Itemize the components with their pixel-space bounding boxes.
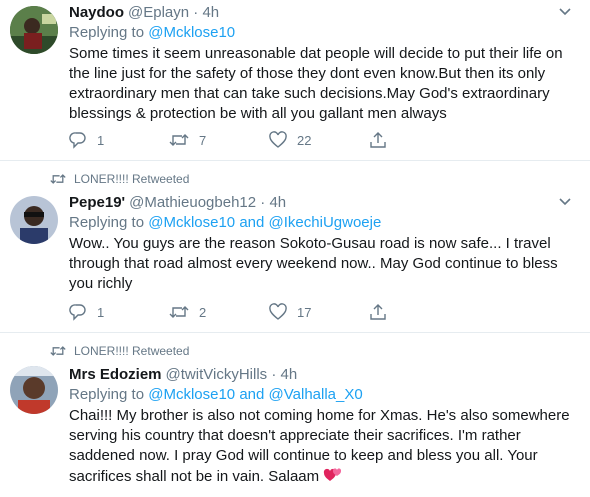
share-button[interactable] <box>369 130 469 150</box>
reply-button[interactable]: 1 <box>69 302 169 322</box>
reply-icon <box>69 304 86 321</box>
chevron-down-icon[interactable] <box>558 4 572 22</box>
chevron-down-icon[interactable] <box>558 194 572 212</box>
retweet-context: LONER!!!! Retweeted <box>50 344 189 358</box>
timestamp[interactable]: 4h <box>281 366 298 383</box>
tweet-actions: 1 7 22 <box>69 130 469 150</box>
tweet-text: Chai!!! My brother is also not coming ho… <box>69 406 576 490</box>
mention-link[interactable]: @Valhalla_X0 <box>269 386 363 403</box>
retweet-icon <box>169 134 189 146</box>
tweet-actions: 1 2 17 <box>69 302 469 322</box>
tweet[interactable]: LONER!!!! Retweeted Pepe19' @Mathieuogbeh… <box>0 161 590 333</box>
tweet-text: Some times it seem unreasonable dat peop… <box>69 45 563 122</box>
separator-dot: · <box>271 366 277 383</box>
retweet-icon <box>169 306 189 318</box>
heart-icon <box>269 303 287 320</box>
like-button[interactable]: 17 <box>269 302 369 322</box>
mention-link[interactable]: @Mcklose10 <box>148 214 235 231</box>
retweet-icon <box>50 174 66 184</box>
share-icon <box>370 132 386 148</box>
timestamp[interactable]: 4h <box>269 194 286 211</box>
tweet-header: Naydoo @Eplayn · 4h <box>69 4 580 21</box>
like-button[interactable]: 22 <box>269 130 369 150</box>
avatar[interactable] <box>10 366 58 414</box>
display-name[interactable]: Mrs Edoziem <box>69 366 162 383</box>
tweet-header: Mrs Edoziem @twitVickyHills · 4h <box>69 366 580 383</box>
share-icon <box>370 304 386 320</box>
retweet-count: 7 <box>199 132 207 148</box>
mention-link[interactable]: @Mcklose10 <box>148 24 235 41</box>
heart-icon <box>269 131 287 148</box>
replying-to: Replying to @Mcklose10 and @IkechiUgwoej… <box>69 214 382 231</box>
avatar-photo-icon <box>10 6 58 54</box>
tweet-header: Pepe19' @Mathieuogbeh12 · 4h <box>69 194 580 211</box>
display-name[interactable]: Pepe19' <box>69 194 125 211</box>
like-count: 17 <box>297 304 312 320</box>
retweet-button[interactable]: 2 <box>169 302 269 322</box>
reply-icon <box>69 132 86 149</box>
tweet[interactable]: Naydoo @Eplayn · 4h Replying to @Mcklose1… <box>0 0 590 161</box>
retweet-context: LONER!!!! Retweeted <box>50 172 189 186</box>
reply-count: 1 <box>97 304 105 320</box>
replying-to: Replying to @Mcklose10 <box>69 24 236 41</box>
separator-dot: · <box>260 194 266 211</box>
avatar[interactable] <box>10 6 58 54</box>
user-handle[interactable]: @Eplayn <box>128 4 189 21</box>
retweet-count: 2 <box>199 304 207 320</box>
retweet-icon <box>50 346 66 356</box>
replying-to: Replying to @Mcklose10 and @Valhalla_X0 <box>69 386 363 403</box>
reply-count: 1 <box>97 132 105 148</box>
timestamp[interactable]: 4h <box>202 4 219 21</box>
mention-link[interactable]: @Mcklose10 <box>148 386 235 403</box>
retweet-button[interactable]: 7 <box>169 130 269 150</box>
separator-dot: · <box>193 4 199 21</box>
tweet[interactable]: LONER!!!! Retweeted Mrs Edoziem @twitVick… <box>0 333 590 497</box>
user-handle[interactable]: @Mathieuogbeh12 <box>129 194 256 211</box>
avatar-photo-icon <box>10 366 58 414</box>
tweet-text: Wow.. You guys are the reason Sokoto-Gus… <box>69 235 558 292</box>
avatar[interactable] <box>10 196 58 244</box>
display-name[interactable]: Naydoo <box>69 4 124 21</box>
two-hearts-icon <box>323 466 343 490</box>
user-handle[interactable]: @twitVickyHills <box>166 366 268 383</box>
share-button[interactable] <box>369 302 469 322</box>
avatar-photo-icon <box>10 196 58 244</box>
reply-button[interactable]: 1 <box>69 130 169 150</box>
like-count: 22 <box>297 132 312 148</box>
mention-link[interactable]: @IkechiUgwoeje <box>269 214 382 231</box>
